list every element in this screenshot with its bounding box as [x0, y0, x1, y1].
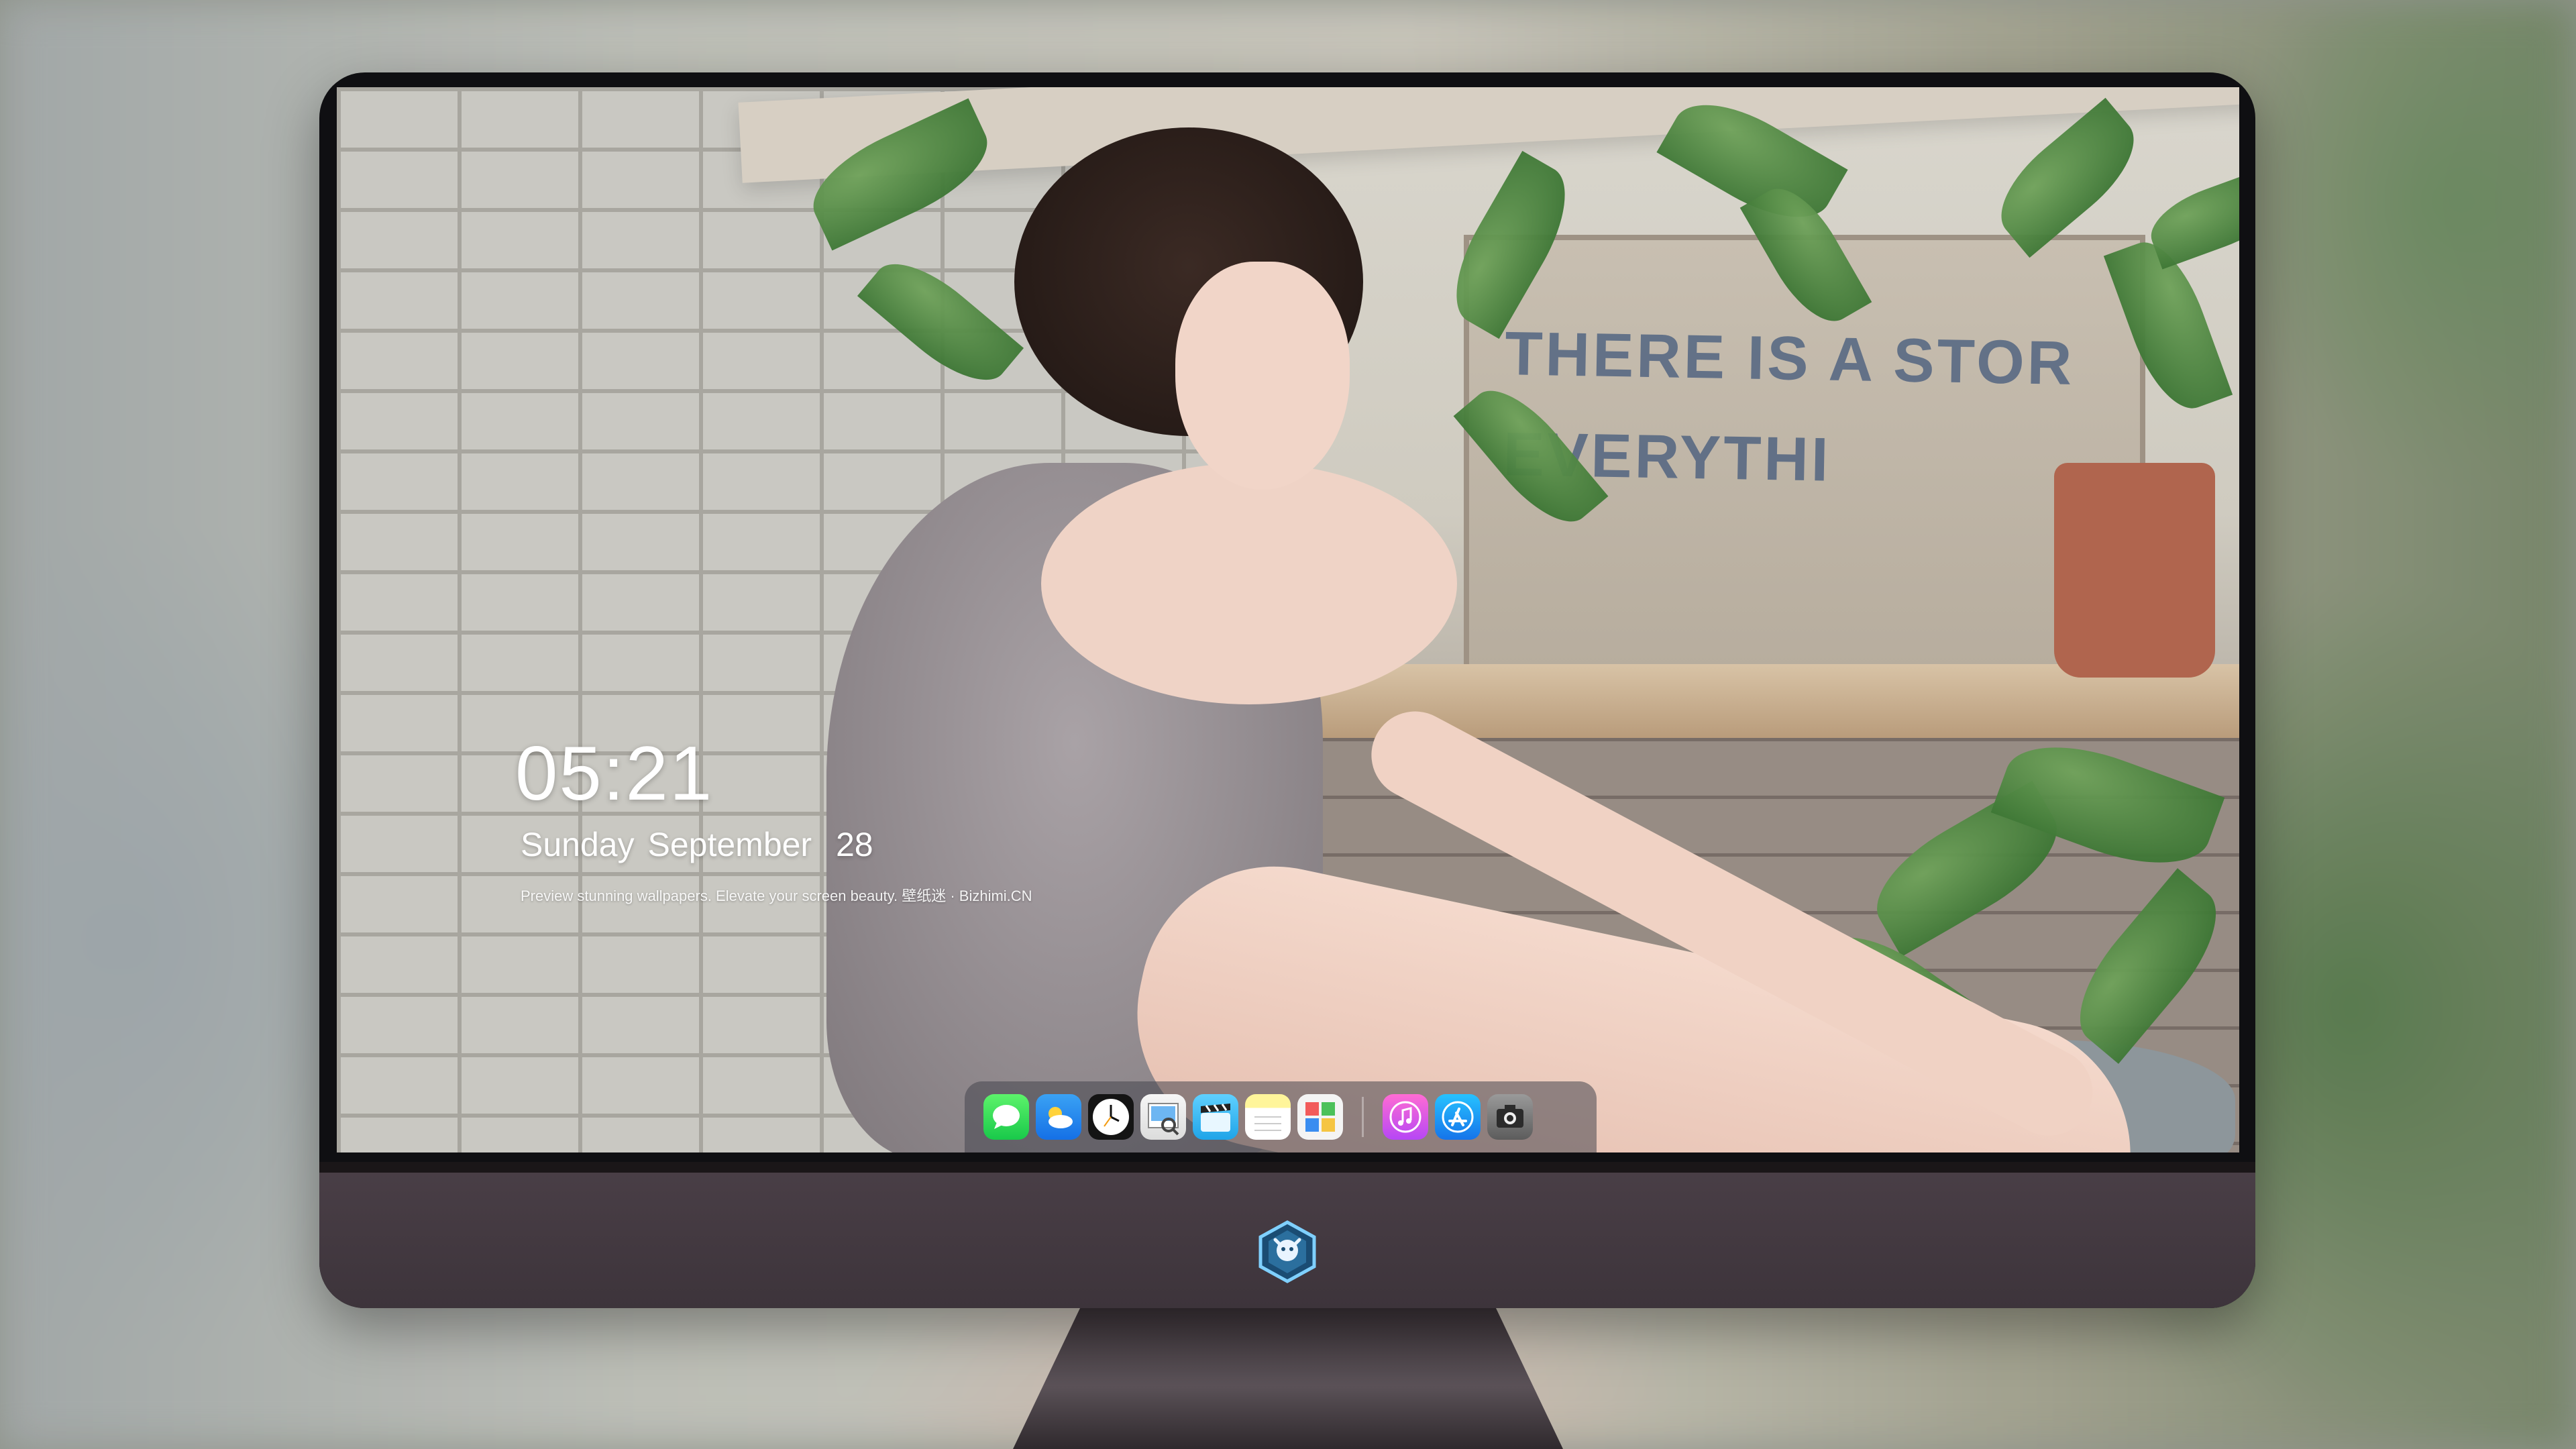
preview-icon[interactable] — [1140, 1094, 1186, 1140]
camera-icon[interactable] — [1487, 1094, 1533, 1140]
notes-icon[interactable] — [1245, 1094, 1291, 1140]
clock-icon[interactable] — [1088, 1094, 1134, 1140]
weather-icon[interactable] — [1036, 1094, 1081, 1140]
dock-separator — [1362, 1097, 1364, 1137]
wallpaper-tagline: Preview stunning wallpapers. Elevate you… — [521, 888, 1032, 904]
wallpaper-plant-pot — [2054, 463, 2215, 678]
clock-weekday: Sunday — [521, 826, 635, 863]
clips-icon[interactable] — [1193, 1094, 1238, 1140]
clock-day: 28 — [836, 826, 873, 863]
clock-month: September — [647, 826, 812, 863]
music-note-icon[interactable] — [1383, 1094, 1428, 1140]
dock — [965, 1081, 1597, 1152]
photos-icon[interactable] — [1297, 1094, 1343, 1140]
clock-time: 05:21 — [515, 731, 714, 816]
bezel-divider — [319, 1162, 2255, 1173]
brand-logo-icon — [1258, 1220, 1316, 1283]
monitor-chin — [319, 1162, 2255, 1308]
crate-text-line1: THERE IS A STOR — [1504, 319, 2076, 398]
wallpaper-person-face — [1175, 262, 1350, 490]
app-store-icon[interactable] — [1435, 1094, 1481, 1140]
clock-date: Sunday September 28 — [521, 825, 873, 864]
monitor-stand — [1013, 1308, 1563, 1449]
wallpaper-person-shoulder — [1041, 463, 1457, 704]
desktop-screen: THERE IS A STOR EVERYTHI — [337, 87, 2239, 1152]
messages-icon[interactable] — [983, 1094, 1029, 1140]
